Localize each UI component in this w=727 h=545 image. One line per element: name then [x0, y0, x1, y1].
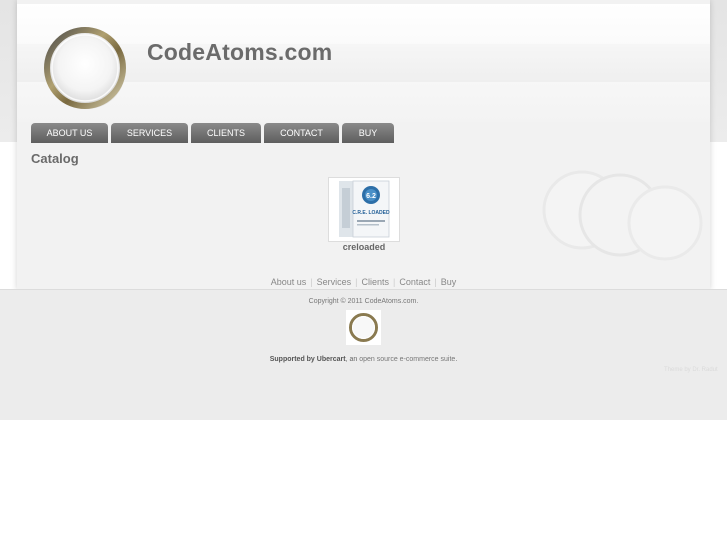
theme-credit-link[interactable]: Theme by Dr. Radut — [664, 367, 718, 373]
footer-logo-ring-icon[interactable] — [346, 310, 381, 345]
site-logo-ring[interactable] — [43, 26, 127, 110]
copyright-text: Copyright © 2011 CodeAtoms.com. — [308, 298, 419, 305]
header: CodeAtoms.com — [17, 4, 710, 122]
tab-clients[interactable]: CLIENTS — [191, 123, 261, 143]
tab-contact[interactable]: CONTACT — [264, 123, 339, 143]
footer-link-clients[interactable]: Clients — [357, 277, 393, 287]
ubercart-link[interactable]: Supported by Ubercart — [270, 356, 346, 363]
main-nav: ABOUT US SERVICES CLIENTS CONTACT BUY — [31, 123, 394, 143]
footer-nav: About us | Services | Clients | Contact | Buy — [0, 277, 727, 287]
footer-link-contact[interactable]: Contact — [395, 277, 434, 287]
product-image-creloaded[interactable]: 6.2 C.R.E. LOADED — [328, 177, 400, 242]
page-title: Catalog — [31, 151, 79, 166]
product-box-label: C.R.E. LOADED — [352, 210, 390, 216]
footer-link-buy[interactable]: Buy — [437, 277, 461, 287]
supported-end: . — [455, 356, 458, 363]
open-source-link[interactable]: open source e-commerce suite — [359, 356, 455, 363]
tab-about-us[interactable]: ABOUT US — [31, 123, 108, 143]
supported-comma: , an — [345, 356, 360, 363]
page-container: CodeAtoms.com ABOUT US SERVICES CLIENTS … — [17, 0, 710, 290]
footer: Copyright © 2011 CodeAtoms.com. Supporte… — [0, 289, 727, 420]
product-badge: 6.2 — [366, 193, 376, 200]
tab-buy[interactable]: BUY — [342, 123, 394, 143]
footer-link-about-us[interactable]: About us — [267, 277, 311, 287]
product-name-creloaded[interactable]: creloaded — [328, 242, 400, 252]
site-name[interactable]: CodeAtoms.com — [147, 39, 332, 66]
supported-by-text: Supported by Ubercart, an open source e-… — [0, 356, 727, 363]
footer-link-services[interactable]: Services — [313, 277, 356, 287]
tab-services[interactable]: SERVICES — [111, 123, 188, 143]
decorative-circles-icon — [542, 170, 703, 261]
software-box-icon: 6.2 C.R.E. LOADED — [339, 180, 390, 238]
